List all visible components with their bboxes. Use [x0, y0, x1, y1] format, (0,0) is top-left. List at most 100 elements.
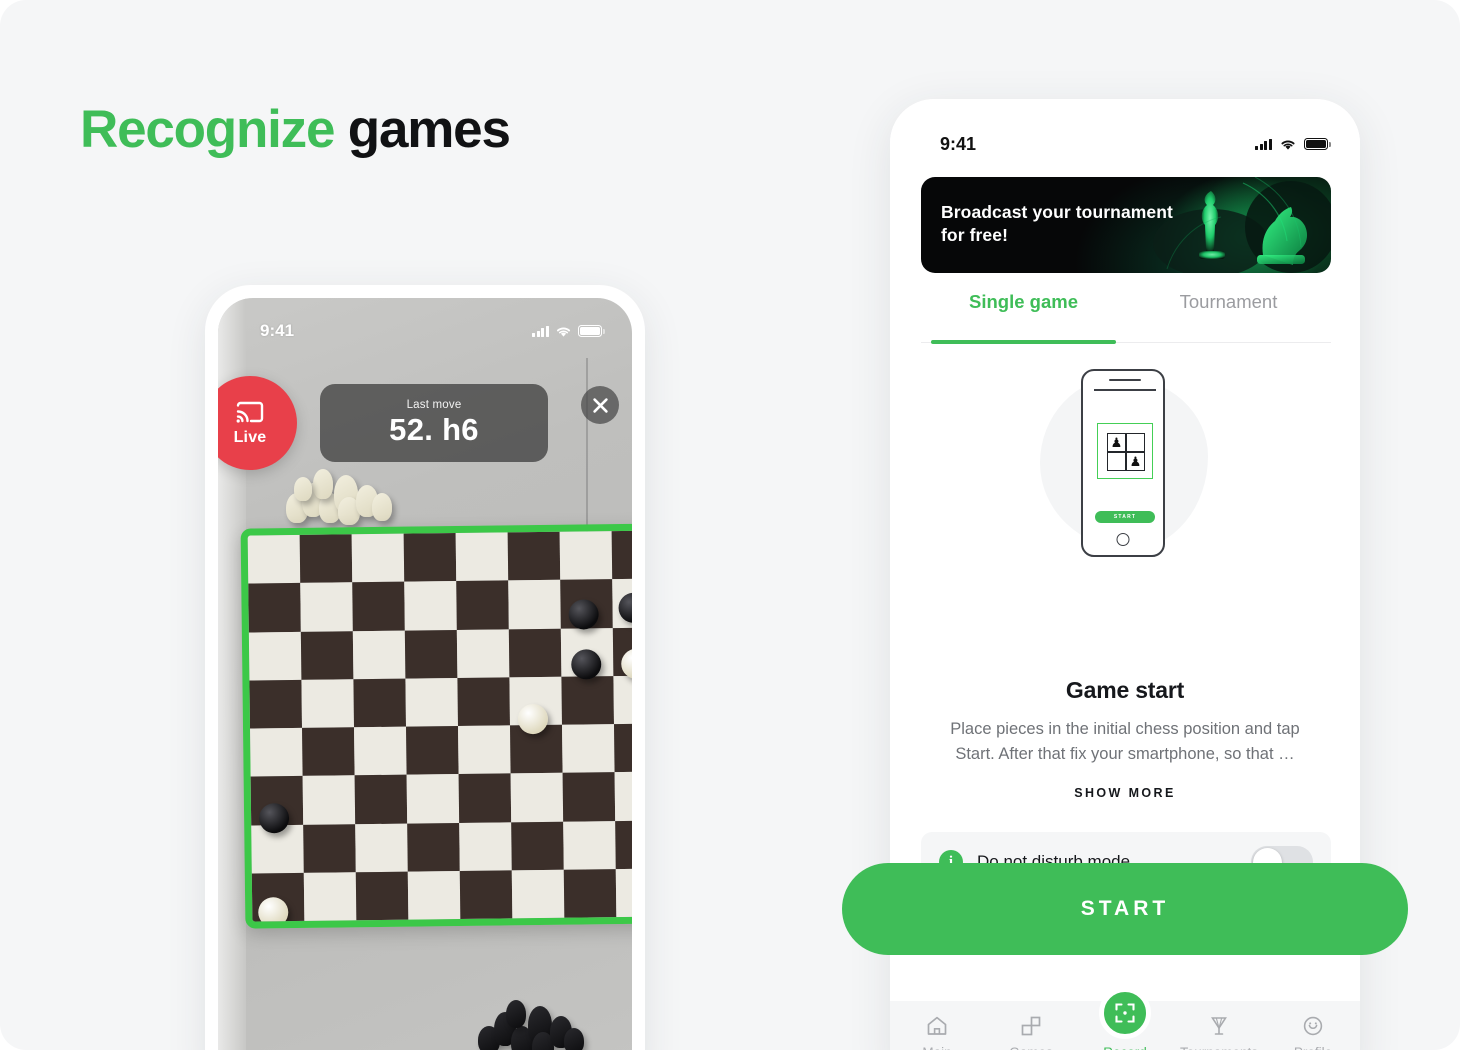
board-square [407, 822, 460, 872]
page-title: Recognize games [80, 99, 511, 160]
nav-item-profile[interactable]: Profile [1266, 1013, 1360, 1050]
board-square [456, 628, 510, 678]
illustration-phone-speaker [1094, 389, 1156, 391]
board-square [352, 581, 405, 631]
live-badge-label: Live [233, 429, 267, 446]
trophy-icon [1207, 1013, 1231, 1039]
promo-banner[interactable]: Broadcast your tournament for free! [921, 177, 1331, 273]
left-phone-mockup: 9:41 Live Last move 52. h6 [205, 285, 645, 1050]
nav-item-label: Main [922, 1045, 951, 1050]
status-time: 9:41 [940, 133, 977, 154]
board-square [459, 821, 512, 871]
board-square [303, 872, 357, 921]
board-square [511, 821, 564, 871]
board-square [354, 726, 407, 776]
nav-item-record[interactable]: Record [1078, 987, 1172, 1050]
start-button[interactable]: START [842, 863, 1408, 955]
status-icons [1255, 138, 1331, 151]
chessboard-photo [247, 530, 632, 922]
pawn-icon: ♟ [1129, 454, 1142, 469]
signal-bars-icon [532, 325, 549, 337]
illustration-phone-notch [1109, 379, 1141, 382]
board-square [351, 533, 405, 583]
record-button[interactable] [1099, 987, 1151, 1039]
board-square [353, 678, 407, 728]
squares-icon [1019, 1013, 1043, 1039]
board-square [508, 628, 562, 678]
board-square [458, 725, 511, 775]
board-square [615, 868, 632, 918]
nav-item-tournaments[interactable]: Tournaments [1172, 1013, 1266, 1050]
status-bar: 9:41 [890, 133, 1360, 155]
board-square [614, 771, 632, 821]
tab-tournament[interactable]: Tournament [1126, 289, 1331, 342]
board-square [559, 531, 613, 580]
board-square [355, 871, 409, 921]
nav-item-games[interactable]: Games [984, 1013, 1078, 1050]
board-square [302, 727, 355, 777]
battery-icon [1304, 138, 1331, 150]
nav-item-main[interactable]: Main [890, 1013, 984, 1050]
nav-item-label: Games [1009, 1045, 1053, 1050]
illustration-scan-frame: ♟ ♟ [1097, 423, 1153, 479]
board-square [405, 677, 458, 727]
promo-slide: Recognize games 9:41 Live Last move 52. … [0, 0, 1460, 1050]
board-square [247, 534, 301, 584]
section-description: Place pieces in the initial chess positi… [950, 720, 1300, 764]
board-square [456, 580, 509, 630]
tab-single-game[interactable]: Single game [921, 289, 1126, 344]
board-square [508, 579, 561, 629]
board-square [507, 531, 561, 581]
page-title-accent: Recognize [80, 100, 335, 159]
captured-black-pieces [478, 998, 596, 1050]
board-piece [571, 649, 602, 680]
nav-item-label: Tournaments [1180, 1045, 1258, 1050]
board-square [355, 823, 408, 873]
live-broadcast-badge[interactable]: Live [218, 376, 297, 470]
board-square [301, 679, 355, 728]
close-button[interactable] [581, 386, 619, 424]
board-square [615, 819, 632, 869]
illustration-board-cell: ♟ [1126, 452, 1145, 471]
board-square [561, 675, 614, 725]
illustration-board-cell: ♟ [1107, 433, 1126, 452]
board-square [406, 726, 459, 775]
board-piece [517, 703, 549, 735]
board-square [407, 870, 461, 920]
board-square [302, 775, 356, 825]
board-square [458, 773, 512, 823]
promo-banner-text: Broadcast your tournament for free! [941, 202, 1173, 246]
board-square [613, 675, 632, 725]
smiley-icon [1301, 1013, 1325, 1039]
board-piece [258, 897, 289, 928]
status-time: 9:41 [260, 321, 295, 340]
right-phone-mockup: 9:41 Broadcast your tournament for free!… [842, 99, 1408, 1050]
board-square [406, 774, 460, 824]
board-square [459, 870, 513, 919]
game-start-illustration: ♟ ♟ START [1040, 369, 1210, 559]
tab-bar: Single game Tournament [921, 289, 1331, 344]
board-square [299, 534, 353, 584]
illustration-start-pill: START [1095, 511, 1155, 523]
wifi-icon [1281, 140, 1295, 150]
wifi-icon [556, 327, 571, 337]
board-square [352, 630, 406, 680]
illustration-board-cell [1126, 433, 1145, 452]
board-square [563, 820, 616, 870]
illustration-phone-home-button [1116, 533, 1130, 546]
last-move-label: Last move [406, 398, 462, 411]
board-square [354, 774, 408, 824]
section-title: Game start [1065, 677, 1185, 703]
bottom-navigation: Main Games [890, 987, 1360, 1050]
board-square [563, 868, 617, 918]
illustration-board-cell [1107, 452, 1126, 471]
nav-item-label: Record [1103, 1045, 1147, 1050]
show-more-link[interactable]: SHOW MORE [890, 786, 1360, 800]
scan-focus-icon [1115, 1003, 1135, 1023]
board-square [561, 724, 615, 773]
board-square [300, 582, 353, 632]
board-square [511, 869, 565, 919]
cast-icon [236, 401, 264, 423]
board-square [457, 677, 510, 726]
board-square [404, 629, 458, 679]
